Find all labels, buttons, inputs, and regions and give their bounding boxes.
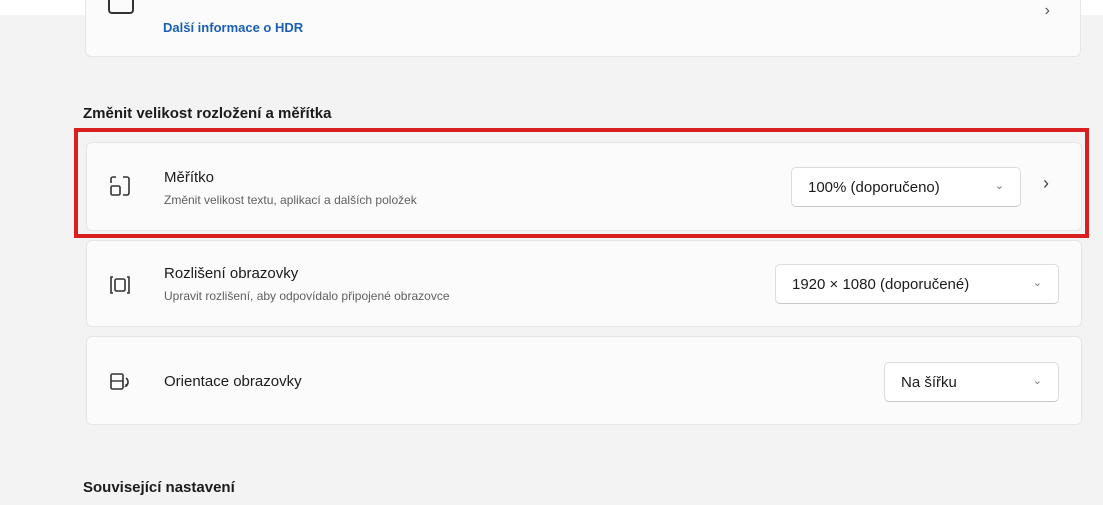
scale-dropdown[interactable]: 100% (doporučeno) ⌄ (791, 167, 1021, 207)
monitor-hdr-icon (108, 0, 134, 14)
resolution-subtitle: Upravit rozlišení, aby odpovídalo připoj… (164, 289, 450, 303)
hdr-info-link[interactable]: Další informace o HDR (163, 20, 303, 35)
orientation-setting-row[interactable]: Orientace obrazovky Na šířku ⌄ (86, 336, 1082, 425)
resolution-setting-row[interactable]: Rozlišení obrazovky Upravit rozlišení, a… (86, 240, 1082, 327)
orientation-icon (110, 373, 129, 390)
resolution-dropdown[interactable]: 1920 × 1080 (doporučené) ⌄ (775, 264, 1059, 304)
chevron-down-icon: ⌄ (994, 180, 1004, 192)
scale-dropdown-value: 100% (doporučeno) (808, 178, 940, 196)
orientation-dropdown-value: Na šířku (901, 373, 957, 391)
resolution-dropdown-value: 1920 × 1080 (doporučené) (792, 275, 970, 293)
orientation-dropdown[interactable]: Na šířku ⌄ (884, 362, 1059, 402)
section-title-layout: Změnit velikost rozložení a měřítka (83, 105, 332, 122)
scale-title: Měřítko (164, 169, 215, 186)
chevron-right-icon: › (1044, 2, 1050, 19)
scale-subtitle: Změnit velikost textu, aplikací a dalšíc… (164, 193, 417, 207)
resolution-icon (110, 276, 130, 294)
hdr-card[interactable]: Další informace o HDR › (85, 0, 1081, 57)
chevron-down-icon: ⌄ (1032, 277, 1042, 289)
chevron-down-icon: ⌄ (1032, 375, 1042, 387)
scale-icon (110, 176, 130, 196)
scale-setting-row[interactable]: Měřítko Změnit velikost textu, aplikací … (86, 142, 1082, 231)
orientation-title: Orientace obrazovky (164, 373, 302, 390)
section-title-related: Související nastavení (83, 479, 235, 496)
chevron-right-icon[interactable]: › (1043, 173, 1049, 194)
resolution-title: Rozlišení obrazovky (164, 265, 299, 282)
